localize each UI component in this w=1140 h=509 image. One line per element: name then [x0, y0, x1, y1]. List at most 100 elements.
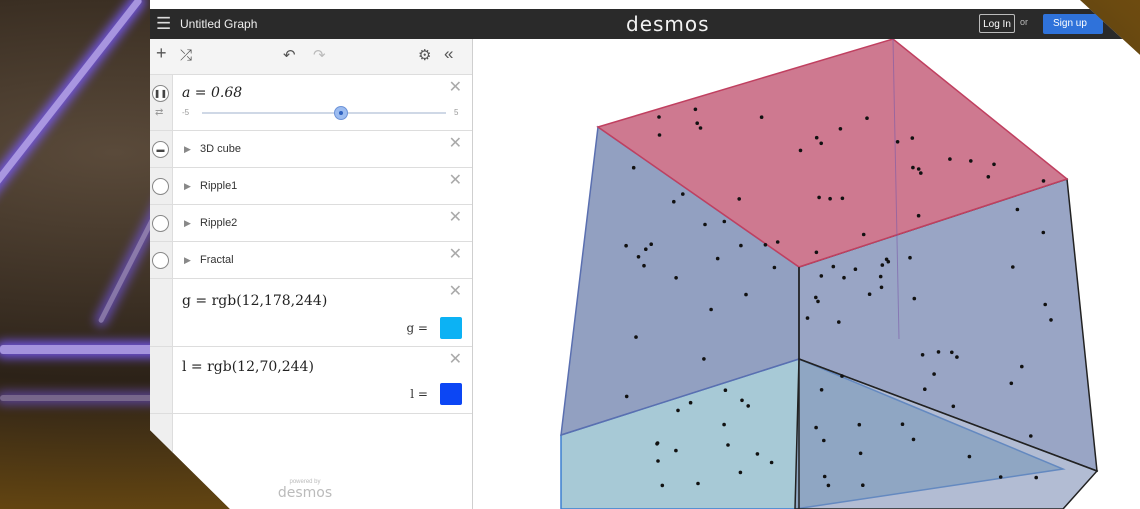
scatter-point	[910, 136, 915, 140]
close-icon[interactable]: ✕	[449, 77, 462, 97]
double-chevron-left-icon[interactable]: «	[444, 45, 453, 62]
hidden-circle-icon[interactable]	[152, 215, 169, 232]
scatter-point	[865, 116, 869, 120]
slider-track[interactable]	[202, 112, 446, 114]
close-icon[interactable]: ✕	[449, 244, 462, 264]
scatter-point	[763, 243, 768, 247]
scatter-point	[822, 474, 827, 479]
scatter-point	[1034, 475, 1038, 480]
scatter-point	[840, 374, 844, 378]
color-swatch[interactable]	[440, 383, 462, 405]
scatter-point	[744, 292, 748, 297]
slider-max[interactable]: 5	[454, 108, 458, 117]
powered-by-desmos[interactable]: powered by desmos	[255, 479, 355, 501]
cube-3d-plot[interactable]	[473, 38, 1140, 509]
folder-row[interactable]: ▶ Fractal ✕	[150, 242, 472, 279]
scatter-point	[655, 442, 659, 446]
loop-icon[interactable]: ⇄	[155, 107, 163, 118]
folder-label[interactable]: Fractal	[200, 254, 234, 266]
graph-canvas[interactable]	[473, 38, 1140, 509]
scatter-point	[951, 404, 956, 409]
expand-triangle-icon[interactable]: ▶	[184, 255, 191, 266]
scatter-point	[738, 470, 743, 475]
scatter-point	[908, 255, 912, 260]
slider-thumb[interactable]	[333, 106, 348, 120]
scatter-point	[895, 140, 900, 144]
close-icon[interactable]: ✕	[449, 133, 462, 153]
scatter-point	[822, 438, 826, 443]
scatter-point	[798, 148, 803, 153]
expression-panel: + ⤮ ↶ ↷ ⚙ « ❚❚ ⇄ a = 0.68 -5 5 ✕ ▬ ▶ 3D …	[150, 39, 473, 509]
expression-row-color[interactable]: g = rgb(12,178,244) g = ✕	[150, 279, 472, 347]
scatter-point	[715, 256, 720, 261]
scatter-point	[969, 159, 973, 163]
slider-min[interactable]: -5	[182, 108, 189, 117]
expand-triangle-icon[interactable]: ▶	[184, 181, 191, 192]
hidden-circle-icon[interactable]	[152, 252, 169, 269]
close-icon[interactable]: ✕	[449, 281, 462, 301]
scatter-point	[634, 335, 638, 339]
plus-icon[interactable]: +	[156, 44, 167, 62]
scatter-point	[867, 292, 872, 296]
folder-icon[interactable]: ▬	[152, 141, 169, 158]
scatter-point	[814, 295, 818, 300]
folder-row[interactable]: ▶ Ripple1 ✕	[150, 168, 472, 205]
graph-title[interactable]: Untitled Graph	[180, 17, 257, 31]
scatter-point	[878, 274, 883, 279]
folder-label[interactable]: Ripple1	[200, 180, 237, 192]
folder-label[interactable]: Ripple2	[200, 217, 237, 229]
scatter-point	[967, 454, 972, 459]
close-icon[interactable]: ✕	[449, 207, 462, 227]
scatter-point	[880, 263, 885, 267]
scatter-point	[709, 307, 713, 312]
scatter-point	[1009, 381, 1014, 386]
scatter-point	[805, 316, 810, 320]
scatter-point	[819, 274, 824, 278]
folder-label[interactable]: 3D cube	[200, 143, 241, 155]
close-icon[interactable]: ✕	[449, 170, 462, 190]
scatter-point	[923, 387, 927, 392]
scatter-point	[920, 353, 925, 357]
scatter-point	[656, 459, 660, 463]
scatter-point	[816, 299, 820, 304]
expand-triangle-icon[interactable]: ▶	[184, 218, 191, 229]
scatter-point	[1020, 364, 1024, 369]
shuffle-icon[interactable]: ⤮	[180, 48, 192, 64]
swatch-label: l =	[410, 387, 428, 401]
signup-button[interactable]: Sign up	[1043, 14, 1103, 34]
hamburger-menu-icon[interactable]: ☰	[156, 15, 171, 32]
color-swatch[interactable]	[440, 317, 462, 339]
folder-row[interactable]: ▬ ▶ 3D cube ✕	[150, 131, 472, 168]
scatter-point	[688, 400, 693, 405]
scatter-point	[998, 475, 1003, 479]
color-expression[interactable]: l = rgb(12,70,244)	[182, 359, 314, 375]
scatter-point	[858, 451, 863, 456]
color-expression[interactable]: g = rgb(12,178,244)	[182, 293, 327, 309]
scatter-point	[837, 320, 841, 324]
expression-row-color[interactable]: l = rgb(12,70,244) l = ✕	[150, 347, 472, 414]
slider-expression[interactable]: a = 0.68	[182, 85, 242, 101]
scatter-point	[1011, 265, 1015, 269]
redo-icon[interactable]: ↷	[313, 48, 326, 64]
scatter-point	[838, 127, 843, 131]
folder-row[interactable]: ▶ Ripple2 ✕	[150, 205, 472, 242]
desmos-logo: desmos	[626, 12, 710, 36]
scatter-point	[948, 157, 952, 161]
scatter-point	[1043, 302, 1047, 307]
gear-icon[interactable]: ⚙	[418, 48, 431, 64]
scatter-point	[879, 285, 884, 290]
scatter-point	[861, 483, 865, 488]
undo-icon[interactable]: ↶	[283, 48, 296, 64]
hidden-circle-icon[interactable]	[152, 178, 169, 195]
scatter-point	[681, 192, 685, 196]
scatter-point	[1041, 179, 1046, 183]
or-text: or	[1020, 17, 1029, 27]
scatter-point	[676, 408, 680, 413]
scatter-point	[819, 388, 824, 392]
close-icon[interactable]: ✕	[449, 349, 462, 369]
expression-row-slider[interactable]: ❚❚ ⇄ a = 0.68 -5 5 ✕	[150, 75, 472, 131]
login-button[interactable]: Log In	[979, 14, 1015, 33]
top-bar: ☰ Untitled Graph desmos Log In or Sign u…	[150, 9, 1140, 39]
pause-icon[interactable]: ❚❚	[152, 85, 169, 102]
expand-triangle-icon[interactable]: ▶	[184, 144, 191, 155]
